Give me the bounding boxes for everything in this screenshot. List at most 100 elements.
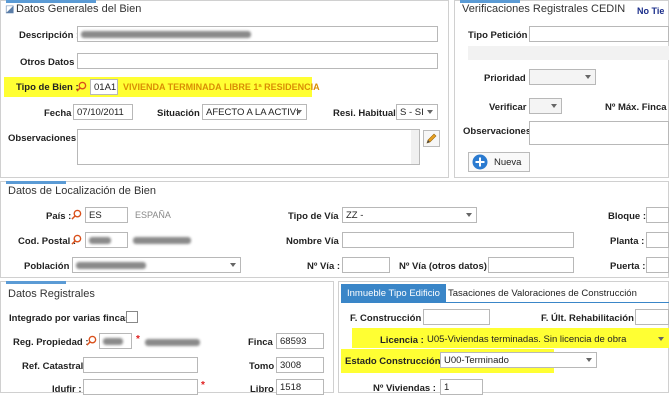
observaciones-label: Observaciones : [8, 133, 82, 144]
chevron-down-icon [586, 358, 592, 362]
tab-inmueble-tipo-edificio[interactable]: Inmueble Tipo Edificio [341, 284, 446, 302]
otros-datos-label: Otros Datos : [20, 57, 81, 68]
nombre-via-input[interactable] [342, 232, 574, 248]
cod-postal-label: Cod. Postal : [18, 236, 77, 247]
puerta-label: Puerta : [610, 261, 646, 272]
tomo-input[interactable]: 3008 [276, 357, 324, 373]
cod-postal-input[interactable] [85, 232, 128, 248]
reg-propiedad-description [145, 339, 200, 346]
integrado-checkbox[interactable] [126, 311, 138, 323]
puerta-input[interactable] [646, 257, 669, 273]
cod-postal-description [133, 237, 191, 244]
finca-input[interactable]: 68593 [276, 333, 324, 349]
planta-label: Planta : [610, 236, 645, 247]
pais-label: País : [46, 211, 72, 222]
bloque-label: Bloque : [608, 211, 646, 222]
chevron-down-icon [296, 110, 302, 114]
otros-datos-input[interactable] [77, 53, 438, 69]
search-icon[interactable] [71, 234, 82, 245]
chevron-down-icon [230, 263, 236, 267]
verificar-select[interactable] [529, 98, 562, 114]
poblacion-label: Población : [24, 261, 76, 272]
add-icon [472, 154, 488, 170]
cedin-grey-band [468, 46, 669, 60]
ref-catastral-label: Ref. Catastral : [22, 361, 90, 372]
chevron-down-icon [466, 213, 472, 217]
poblacion-select[interactable] [72, 257, 241, 273]
f-rehab-input[interactable] [635, 309, 669, 325]
integrado-label: Integrado por varias fincas : [9, 313, 137, 324]
situacion-label: Situación : [157, 108, 206, 119]
num-viviendas-label: Nº Viviendas : [373, 383, 436, 394]
num-via-label: Nº Vía : [307, 261, 341, 272]
general-title: Datos Generales del Bien [16, 3, 142, 15]
resi-habitual-value: S - SI [400, 107, 424, 118]
num-via-otros-label: Nº Vía (otros datos) : [399, 261, 493, 272]
tipo-via-select[interactable]: ZZ - [342, 207, 477, 223]
search-icon[interactable] [76, 81, 87, 92]
tipo-via-value: ZZ - [346, 210, 364, 221]
edit-pencil-icon: ◪ [5, 4, 15, 15]
tipo-via-label: Tipo de Vía : [288, 211, 345, 222]
required-marker: * [136, 334, 140, 345]
finca-label: Finca : [248, 337, 279, 348]
chevron-down-icon [551, 104, 557, 108]
ref-catastral-input[interactable] [83, 357, 198, 373]
tab-divider [341, 302, 669, 303]
chevron-down-icon [585, 75, 591, 79]
estado-construccion-label: Estado Construcción : [345, 356, 447, 367]
f-rehab-label: F. Últ. Rehabilitación : [541, 313, 640, 324]
required-marker: * [201, 380, 205, 391]
resi-habitual-select[interactable]: S - SI [396, 104, 438, 120]
licencia-label: Licencia : [380, 335, 424, 346]
estado-construccion-value: U00-Terminado [444, 355, 509, 366]
cedin-observaciones-label: Observaciones : [463, 126, 537, 137]
descripcion-input[interactable] [77, 26, 438, 42]
chevron-down-icon [658, 337, 664, 341]
reg-propiedad-input[interactable] [99, 333, 132, 349]
registrales-title: Datos Registrales [8, 288, 95, 300]
licencia-value: U05-Viviendas terminadas. Sin licencia d… [427, 334, 627, 345]
localizacion-title-bar [6, 181, 66, 184]
estado-construccion-select[interactable]: U00-Terminado [440, 352, 597, 368]
chevron-down-icon [427, 110, 433, 114]
observaciones-scrollbar[interactable] [411, 130, 419, 164]
pais-name: ESPAÑA [135, 210, 171, 220]
num-via-otros-input[interactable] [488, 257, 574, 273]
tipo-peticion-label: Tipo Petición : [468, 30, 534, 41]
tab-tasaciones[interactable]: Tasaciones de Valoraciones de Construcci… [442, 284, 643, 302]
max-finca-label: Nº Máx. Finca [605, 102, 667, 113]
pencil-icon [426, 133, 437, 144]
tipo-peticion-input[interactable] [529, 26, 669, 42]
tipo-bien-code-input[interactable]: 01A1 [90, 79, 118, 95]
fecha-input[interactable]: 07/10/2011 [73, 104, 133, 120]
cedin-no-label: No Tie [637, 6, 665, 16]
f-construccion-label: F. Construcción : [350, 313, 428, 324]
localizacion-title: Datos de Localización de Bien [8, 185, 156, 197]
registrales-title-bar [6, 281, 66, 284]
tipo-bien-label: Tipo de Bien : [16, 82, 79, 93]
f-construccion-input[interactable] [423, 309, 490, 325]
resi-habitual-label: Resi. Habitual : [333, 108, 402, 119]
cedin-title: Verificaciones Registrales CEDIN [462, 3, 626, 15]
search-icon[interactable] [71, 209, 82, 220]
situacion-value: AFECTO A LA ACTIVI [206, 107, 299, 118]
num-via-input[interactable] [342, 257, 390, 273]
prioridad-label: Prioridad : [484, 73, 532, 84]
pais-code-input[interactable]: ES [85, 207, 128, 223]
descripcion-label: Descripción : [19, 30, 80, 41]
bloque-input[interactable] [646, 207, 669, 223]
prioridad-select[interactable] [529, 69, 596, 85]
idufir-label: Idufir : [52, 384, 82, 395]
tipo-bien-desc: VIVIENDA TERMINADA LIBRE 1ª RESIDENCIA [123, 82, 320, 92]
observaciones-textarea[interactable] [77, 129, 420, 165]
situacion-select[interactable]: AFECTO A LA ACTIVI [202, 104, 307, 120]
planta-input[interactable] [646, 232, 669, 248]
cedin-observaciones-input[interactable] [529, 121, 669, 145]
verificar-label: Verificar : [489, 102, 533, 113]
nombre-via-label: Nombre Vía : [286, 236, 345, 247]
licencia-select[interactable]: U05-Viviendas terminadas. Sin licencia d… [423, 331, 669, 347]
search-icon[interactable] [86, 335, 97, 346]
nueva-label: Nueva [494, 157, 522, 168]
reg-propiedad-label: Reg. Propiedad : [13, 337, 89, 348]
